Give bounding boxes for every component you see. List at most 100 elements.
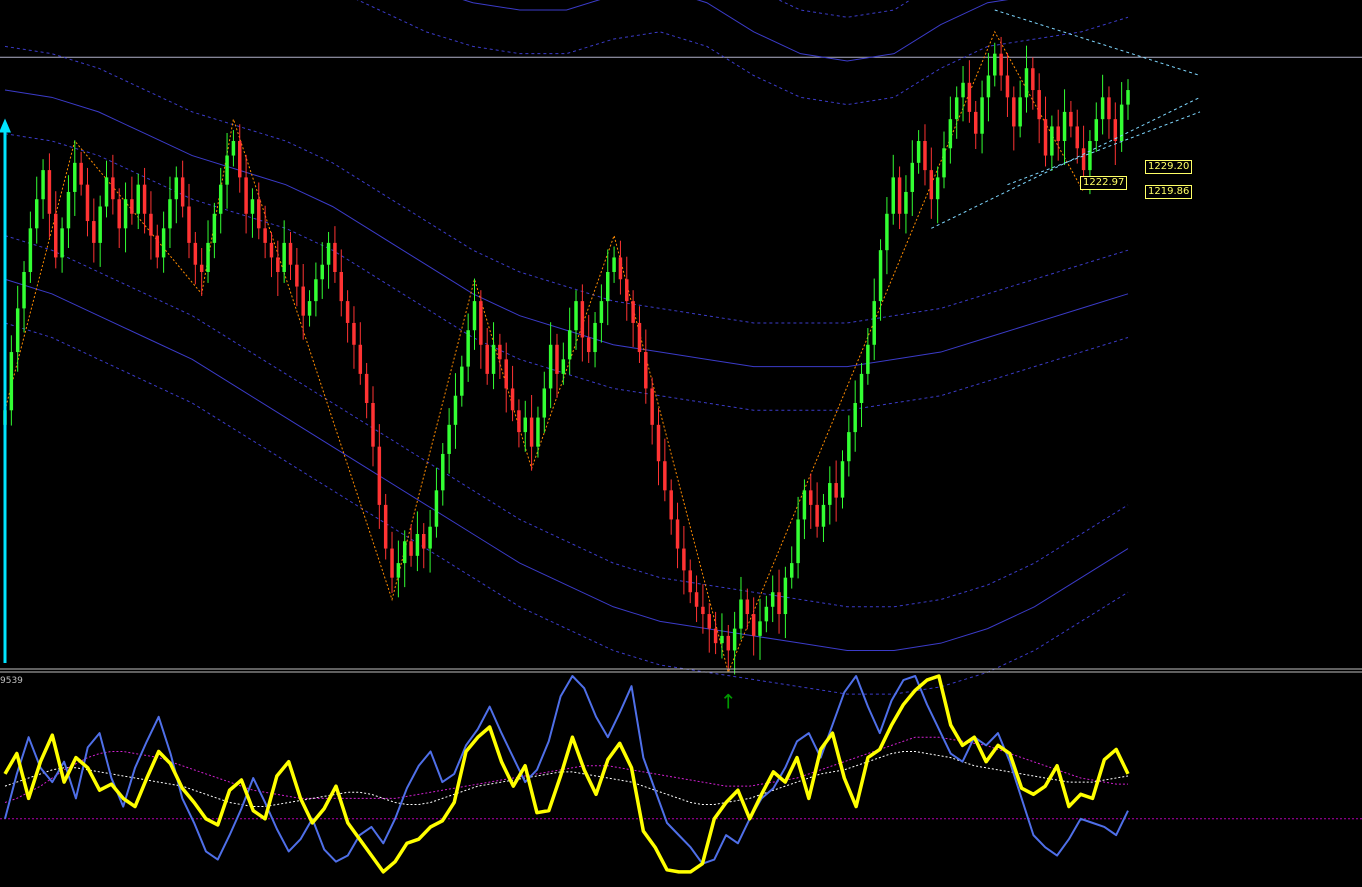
candle-body xyxy=(194,243,197,265)
candle-body xyxy=(466,330,469,366)
signal-arrow-head xyxy=(0,118,11,132)
candle-body xyxy=(879,250,882,301)
candle-body xyxy=(942,148,945,177)
candle-body xyxy=(390,549,393,578)
band-upper-outer-upper-dash xyxy=(5,0,1128,17)
candle-body xyxy=(263,228,266,243)
candle-body xyxy=(1107,97,1110,119)
candle-body xyxy=(524,418,527,433)
candle-body xyxy=(695,592,698,607)
candle-body xyxy=(270,243,273,258)
candle-body xyxy=(803,490,806,519)
candle-body xyxy=(79,163,82,185)
candle-body xyxy=(923,141,926,170)
candle-body xyxy=(143,185,146,214)
candle-body xyxy=(682,549,685,571)
candle-body xyxy=(86,185,89,221)
candle-body xyxy=(549,345,552,389)
candle-body xyxy=(365,374,368,403)
chart-root: ↓↑ 9539 1229.20 1222.97 1219.86 xyxy=(0,0,1362,883)
candle-body xyxy=(822,505,825,527)
candle-body xyxy=(162,228,165,257)
candle-body xyxy=(765,607,768,622)
candle-body xyxy=(1018,97,1021,126)
candle-body xyxy=(955,97,958,119)
candle-body xyxy=(352,323,355,345)
candle-body xyxy=(758,621,761,636)
candle-body xyxy=(784,578,787,614)
candle-body xyxy=(638,323,641,352)
candle-body xyxy=(1088,141,1091,170)
candle-body xyxy=(511,388,514,410)
main-price-panel: ↓↑ xyxy=(0,0,1362,714)
candle-body xyxy=(847,432,850,461)
candle-body xyxy=(175,177,178,199)
candle-body xyxy=(739,600,742,629)
candle-body xyxy=(606,272,609,301)
candle-body xyxy=(504,359,507,388)
candle-body xyxy=(346,301,349,323)
candle-body xyxy=(708,614,711,629)
candle-body xyxy=(460,367,463,396)
candle-body xyxy=(536,418,539,447)
candle-body xyxy=(124,199,127,228)
candle-body xyxy=(22,272,25,308)
candle-body xyxy=(200,265,203,272)
candle-body xyxy=(187,207,190,243)
candle-body xyxy=(54,214,57,258)
chart-svg: ↓↑ xyxy=(0,0,1362,883)
candle-body xyxy=(295,265,298,287)
candle-body xyxy=(663,461,666,490)
candle-body xyxy=(657,425,660,461)
candle-body xyxy=(327,243,330,265)
candle-body xyxy=(930,170,933,199)
candle-body xyxy=(479,301,482,345)
candle-body xyxy=(968,83,971,112)
candle-body xyxy=(340,272,343,301)
candle-body xyxy=(612,257,615,272)
candle-body xyxy=(714,629,717,644)
oscillator-panel xyxy=(0,676,1362,872)
candle-body xyxy=(841,461,844,497)
candle-body xyxy=(219,185,222,214)
candle-body xyxy=(904,192,907,214)
candle-body xyxy=(562,359,565,374)
candle-body xyxy=(1095,119,1098,141)
candle-body xyxy=(156,236,159,258)
candle-body xyxy=(29,228,32,272)
candle-body xyxy=(422,534,425,549)
candle-body xyxy=(492,345,495,374)
candle-body xyxy=(720,636,723,643)
candle-body xyxy=(593,323,596,352)
candle-body xyxy=(688,570,691,592)
candle-body xyxy=(898,177,901,213)
candle-body xyxy=(860,374,863,403)
candle-body xyxy=(67,192,70,228)
band-upper-outer xyxy=(5,0,1128,61)
candle-body xyxy=(35,199,38,228)
candle-body xyxy=(999,54,1002,76)
candle-body xyxy=(384,505,387,549)
candle-body xyxy=(149,214,152,236)
candle-body xyxy=(232,141,235,156)
candle-body xyxy=(866,345,869,374)
candle-body xyxy=(359,345,362,374)
candle-body xyxy=(828,483,831,505)
candle-body xyxy=(993,54,996,76)
trend-line-upper xyxy=(995,10,1200,76)
band-lower-outer-lower-dash xyxy=(5,323,1128,694)
candle-body xyxy=(752,614,755,636)
candle-body xyxy=(885,214,888,250)
band-middle-upper-dash xyxy=(5,46,1128,323)
candle-body xyxy=(987,76,990,98)
candle-body xyxy=(555,345,558,374)
candle-body xyxy=(251,199,254,214)
candle-body xyxy=(644,352,647,388)
candle-body xyxy=(73,163,76,192)
candle-body xyxy=(105,177,108,206)
candle-body xyxy=(16,308,19,352)
candle-body xyxy=(10,352,13,410)
candle-body xyxy=(454,396,457,425)
candle-body xyxy=(397,563,400,578)
candle-body xyxy=(853,403,856,432)
